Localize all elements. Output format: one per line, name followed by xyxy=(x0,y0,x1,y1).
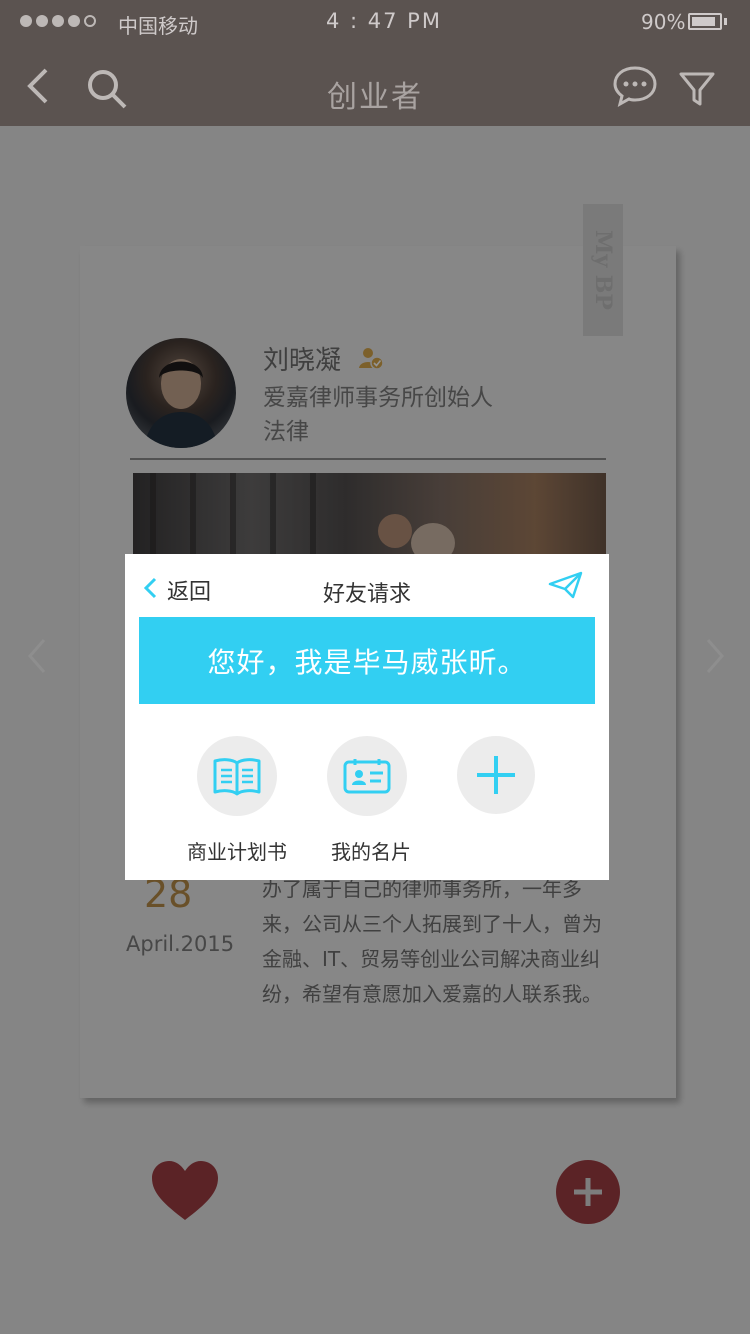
signal-strength-icon xyxy=(20,15,96,27)
business-plan-button[interactable] xyxy=(197,736,277,816)
request-message[interactable]: 您好，我是毕马威张昕。 xyxy=(139,617,595,704)
status-time: 4 : 47 PM xyxy=(326,9,442,33)
carrier-label: 中国移动 xyxy=(118,14,198,38)
send-icon[interactable] xyxy=(548,570,584,604)
dialog-title: 好友请求 xyxy=(322,582,411,607)
my-card-label[interactable]: 我的名片 xyxy=(331,836,411,865)
plus-icon xyxy=(477,756,515,794)
battery-percentage: 90% xyxy=(641,10,686,34)
prev-card-arrow[interactable] xyxy=(26,636,48,676)
add-option-button[interactable] xyxy=(457,736,535,814)
business-plan-label[interactable]: 商业计划书 xyxy=(187,836,287,865)
battery-tip xyxy=(724,18,727,25)
book-icon xyxy=(213,758,261,796)
battery-icon xyxy=(688,13,722,30)
chat-bubble-icon[interactable] xyxy=(612,64,658,112)
id-card-icon xyxy=(343,759,391,794)
next-card-arrow[interactable] xyxy=(704,636,726,676)
filter-icon[interactable] xyxy=(678,70,716,112)
my-card-button[interactable] xyxy=(327,736,407,816)
